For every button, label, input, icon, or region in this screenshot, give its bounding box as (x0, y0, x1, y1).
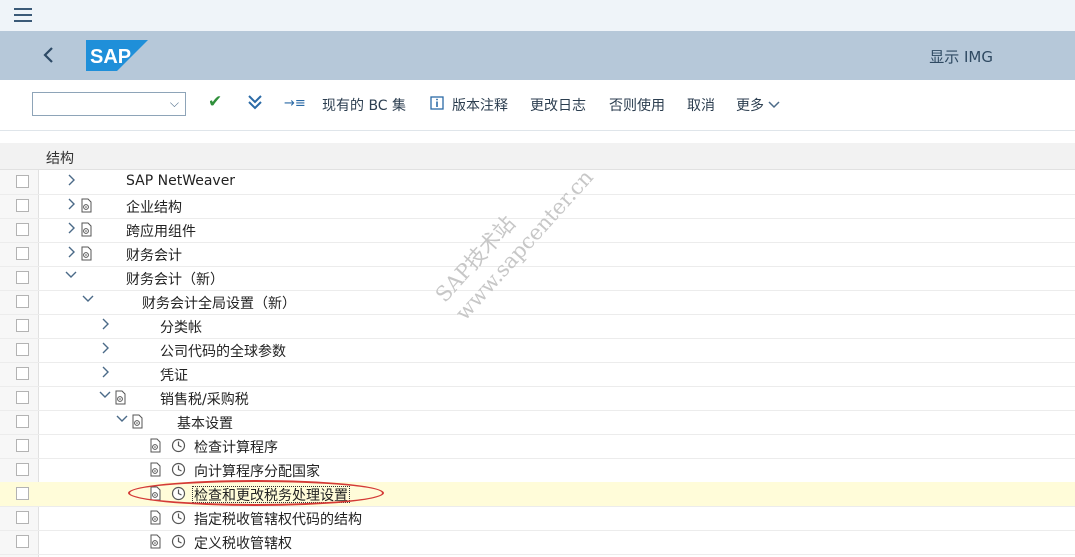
documentation-icon[interactable] (148, 438, 163, 453)
tree-row[interactable]: 销售税/采购税 (0, 386, 1075, 411)
row-select-checkbox[interactable] (16, 247, 29, 260)
clock-icon[interactable] (171, 438, 186, 453)
tree-row[interactable]: 凭证 (0, 362, 1075, 387)
tree-row[interactable]: 公司代码的全球参数 (0, 338, 1075, 363)
tree-header-label: 结构 (46, 151, 74, 167)
row-select-checkbox[interactable] (16, 223, 29, 236)
app-header: SAP 显示 IMG (0, 31, 1075, 80)
tree-row[interactable]: 定义税收管辖权 (0, 530, 1075, 555)
clock-icon[interactable] (171, 462, 186, 477)
chevron-right-icon[interactable] (64, 197, 78, 215)
chevron-down-icon[interactable] (115, 413, 129, 429)
chevron-down-icon[interactable] (64, 269, 78, 285)
tree-node-label[interactable]: 企业结构 (126, 197, 182, 217)
clock-icon[interactable] (171, 510, 186, 525)
chevron-right-icon[interactable] (98, 365, 112, 383)
clock-icon[interactable] (171, 534, 186, 549)
menu-icon[interactable] (14, 8, 32, 22)
documentation-icon[interactable] (79, 246, 94, 261)
release-notes-button[interactable]: 版本注释 (452, 95, 508, 115)
documentation-icon[interactable] (113, 390, 128, 405)
tree-row[interactable]: 指定税收管辖权代码的结构 (0, 506, 1075, 531)
command-combo[interactable]: ⌵ (32, 92, 186, 116)
else-use-button[interactable]: 否则使用 (609, 95, 665, 115)
chevron-down-icon[interactable] (81, 293, 95, 309)
row-select-checkbox[interactable] (16, 271, 29, 284)
tree-node-label[interactable]: 财务会计 (126, 245, 182, 265)
documentation-icon[interactable] (148, 534, 163, 549)
change-log-button[interactable]: 更改日志 (530, 95, 586, 115)
tree-node-label[interactable]: 指定税收管辖权代码的结构 (194, 509, 362, 529)
tree-row[interactable]: 财务会计全局设置（新） (0, 290, 1075, 315)
tree-row[interactable]: 检查计算程序 (0, 434, 1075, 459)
cancel-button[interactable]: 取消 (687, 95, 715, 115)
indent-icon[interactable]: →≡ (284, 96, 306, 111)
row-select-checkbox[interactable] (16, 295, 29, 308)
chevron-right-icon[interactable] (64, 173, 78, 191)
row-select-checkbox[interactable] (16, 319, 29, 332)
row-select-checkbox[interactable] (16, 415, 29, 428)
row-select-checkbox[interactable] (16, 439, 29, 452)
tree-node-label[interactable]: 定义税收管辖权 (194, 533, 292, 553)
row-select-checkbox[interactable] (16, 463, 29, 476)
tree-row[interactable]: 基本设置 (0, 410, 1075, 435)
documentation-icon[interactable] (130, 414, 145, 429)
tree-node-label[interactable]: 财务会计全局设置（新） (142, 293, 296, 313)
chevron-right-icon[interactable] (64, 245, 78, 263)
documentation-icon[interactable] (79, 222, 94, 237)
row-select-checkbox[interactable] (16, 175, 29, 188)
more-button[interactable]: 更多 (736, 95, 780, 115)
back-icon[interactable] (38, 43, 60, 67)
tree-node-label[interactable]: 基本设置 (177, 413, 233, 433)
documentation-icon[interactable] (148, 510, 163, 525)
shell-top-bar (0, 0, 1075, 32)
tree-header: 结构 (0, 143, 1075, 170)
more-label: 更多 (736, 98, 764, 114)
row-select-checkbox[interactable] (16, 199, 29, 212)
chevron-down-icon[interactable] (98, 389, 112, 405)
tree-row[interactable]: 分类帐 (0, 314, 1075, 339)
tree-node-label[interactable]: 向计算程序分配国家 (194, 461, 320, 481)
documentation-icon[interactable] (79, 198, 94, 213)
double-chevron-down-icon[interactable] (247, 93, 263, 115)
tree-node-label[interactable]: 分类帐 (160, 317, 202, 337)
chevron-right-icon[interactable] (98, 317, 112, 335)
tree-node-label[interactable]: 公司代码的全球参数 (160, 341, 286, 361)
tree-node-label[interactable]: 销售税/采购税 (160, 389, 249, 409)
tree-node-label[interactable]: SAP NetWeaver (126, 173, 235, 189)
tree-node-label[interactable]: 跨应用组件 (126, 221, 196, 241)
documentation-icon[interactable] (148, 462, 163, 477)
row-select-checkbox[interactable] (16, 343, 29, 356)
row-select-checkbox[interactable] (16, 487, 29, 500)
tree-row[interactable]: 财务会计（新） (0, 266, 1075, 291)
tree-node-label[interactable]: 财务会计（新） (126, 269, 224, 289)
chevron-right-icon[interactable] (98, 341, 112, 359)
row-select-checkbox[interactable] (16, 391, 29, 404)
chevron-down-icon (768, 101, 780, 109)
chevron-down-icon: ⌵ (169, 96, 179, 110)
tree-node-label[interactable]: 凭证 (160, 365, 188, 385)
row-select-checkbox[interactable] (16, 511, 29, 524)
tree-node-label[interactable]: 检查计算程序 (194, 437, 278, 457)
sap-logo: SAP (86, 40, 148, 75)
chevron-right-icon[interactable] (64, 221, 78, 239)
row-select-checkbox[interactable] (16, 367, 29, 380)
page-title: 显示 IMG (929, 48, 993, 66)
check-icon[interactable]: ✔ (208, 92, 222, 112)
highlight-circle (128, 480, 384, 506)
bc-sets-button[interactable]: 现有的 BC 集 (322, 95, 406, 115)
row-select-checkbox[interactable] (16, 535, 29, 548)
info-icon (430, 96, 444, 114)
svg-text:SAP: SAP (90, 46, 131, 68)
tree-row[interactable]: 向计算程序分配国家 (0, 458, 1075, 483)
